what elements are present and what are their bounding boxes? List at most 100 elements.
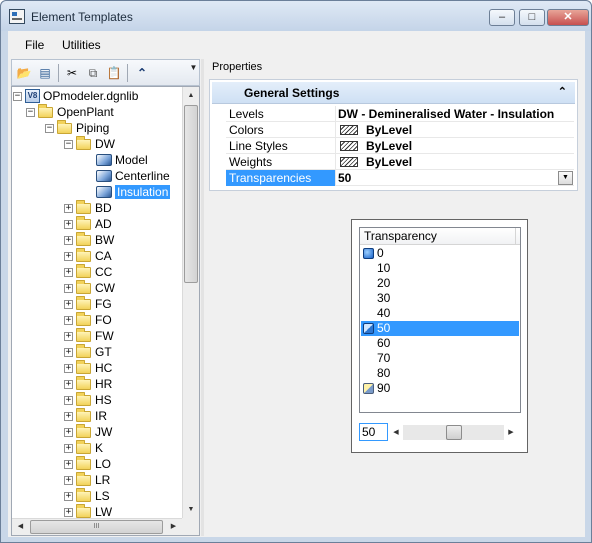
tree-item-centerline[interactable]: Centerline [96,168,170,184]
transparency-option[interactable]: 80 [361,366,519,381]
scroll-left-icon[interactable]: ◀ [12,519,29,535]
property-row-levels[interactable]: Levels DW - Demineralised Water - Insula… [226,106,574,122]
menu-file[interactable]: File [25,38,44,52]
property-name: Line Styles [226,138,336,154]
transparency-option[interactable]: 20 [361,276,519,291]
tree-item-group[interactable]: + K [64,439,103,456]
maximize-button[interactable]: □ [519,9,545,26]
expand-toggle-icon[interactable]: + [64,283,73,293]
slider-left-icon[interactable]: ◀ [391,425,401,440]
expand-toggle-icon[interactable]: + [64,251,73,261]
toolbar-overflow-icon[interactable]: ▼ [189,63,198,83]
property-row-weights[interactable]: Weights ByLevel [226,154,574,170]
tree-item-group[interactable]: + CW [64,279,115,296]
expand-toggle-icon[interactable]: + [64,363,73,373]
transparency-option[interactable]: 40 [361,306,519,321]
tree-item-group[interactable]: + IR [64,407,107,424]
expand-toggle-icon[interactable]: + [64,491,73,501]
library-icon[interactable]: ▤ [36,64,54,82]
collapse-toggle-icon[interactable]: − [64,139,73,149]
tree-item-group[interactable]: + LR [64,471,110,488]
tree-item-openplant[interactable]: − OpenPlant [26,103,114,120]
collapse-icon[interactable]: ⌃ [133,64,151,82]
category-header[interactable]: General Settings ⌃ [212,82,575,104]
expand-toggle-icon[interactable]: + [64,299,73,309]
tree-item-group[interactable]: + BD [64,199,112,216]
folder-icon [76,439,91,454]
slider-thumb[interactable] [446,425,462,440]
collapse-toggle-icon[interactable]: − [13,91,22,101]
tree-item-dw[interactable]: − DW [64,135,115,152]
expand-toggle-icon[interactable]: + [64,203,73,213]
transparency-value-input[interactable]: 50 [359,423,388,441]
tree-item-group[interactable]: + CA [64,247,112,264]
tree-item-group[interactable]: + HS [64,391,112,408]
expand-toggle-icon[interactable]: + [64,459,73,469]
slider-right-icon[interactable]: ▶ [506,425,516,440]
collapse-toggle-icon[interactable]: − [26,107,35,117]
collapse-chevron-icon[interactable]: ⌃ [558,85,567,98]
tree-item-group[interactable]: + HR [64,375,112,392]
transparency-option[interactable]: 10 [361,261,519,276]
transparency-option[interactable]: 60 [361,336,519,351]
expand-toggle-icon[interactable]: + [64,267,73,277]
expand-toggle-icon[interactable]: + [64,395,73,405]
property-row-line-styles[interactable]: Line Styles ByLevel [226,138,574,154]
copy-icon[interactable]: ⧉ [84,64,102,82]
tree-item-group[interactable]: + BW [64,231,114,248]
tree-item-root[interactable]: − V8 OPmodeler.dgnlib [13,88,138,104]
property-row-colors[interactable]: Colors ByLevel [226,122,574,138]
tree-item-group[interactable]: + AD [64,215,112,232]
expand-toggle-icon[interactable]: + [64,331,73,341]
slider-track[interactable] [403,425,504,440]
dropdown-arrow-icon[interactable]: ▼ [558,171,573,185]
transparency-option[interactable]: 30 [361,291,519,306]
transparency-option[interactable]: 0 [361,246,519,261]
tree-item-group[interactable]: + LS [64,487,110,504]
expand-toggle-icon[interactable]: + [64,315,73,325]
tree-item-group[interactable]: + GT [64,343,112,360]
expand-toggle-icon[interactable]: + [64,347,73,357]
minimize-button[interactable]: – [489,9,515,26]
open-folder-icon[interactable]: 📂 [15,64,33,82]
collapse-toggle-icon[interactable]: − [45,123,54,133]
cut-icon[interactable]: ✂ [63,64,81,82]
expand-toggle-icon[interactable]: + [64,507,73,517]
scroll-up-icon[interactable]: ▲ [183,87,199,104]
transparency-slider[interactable]: ◀ ▶ [391,425,516,440]
tree-item-piping[interactable]: − Piping [45,119,109,136]
tree-item-group[interactable]: + FG [64,295,112,312]
property-row-transparencies[interactable]: Transparencies 50 ▼ [226,170,574,186]
transparency-column-header[interactable]: Transparency [360,228,520,245]
scroll-right-icon[interactable]: ▶ [165,519,182,535]
scroll-down-icon[interactable]: ▼ [183,501,199,518]
transparency-option[interactable]: 50 [361,321,519,336]
tree-horizontal-scrollbar[interactable]: ◀ III ▶ [12,518,182,535]
scroll-thumb[interactable]: III [30,520,163,534]
menu-utilities[interactable]: Utilities [62,38,101,52]
tree-item-insulation[interactable]: Insulation [96,184,171,200]
expand-toggle-icon[interactable]: + [64,235,73,245]
tree-item-group[interactable]: + FO [64,311,112,328]
property-value[interactable]: 50 [338,170,574,186]
tree-item-group[interactable]: + FW [64,327,114,344]
tree-item-model[interactable]: Model [96,152,148,168]
expand-toggle-icon[interactable]: + [64,411,73,421]
expand-toggle-icon[interactable]: + [64,475,73,485]
scroll-thumb[interactable] [184,105,198,283]
tree-item-group[interactable]: + HC [64,359,112,376]
expand-toggle-icon[interactable]: + [64,443,73,453]
expand-toggle-icon[interactable]: + [64,379,73,389]
option-label: 80 [377,366,391,380]
bylevel-swatch-icon [340,125,358,135]
tree-item-group[interactable]: + CC [64,263,112,280]
transparency-option[interactable]: 70 [361,351,519,366]
tree-item-group[interactable]: + JW [64,423,112,440]
paste-icon[interactable]: 📋 [105,64,123,82]
transparency-option[interactable]: 90 [361,381,519,396]
close-button[interactable]: ✕ [547,9,589,26]
tree-item-group[interactable]: + LO [64,455,111,472]
expand-toggle-icon[interactable]: + [64,219,73,229]
tree-vertical-scrollbar[interactable]: ▲ ▼ [182,87,199,518]
expand-toggle-icon[interactable]: + [64,427,73,437]
